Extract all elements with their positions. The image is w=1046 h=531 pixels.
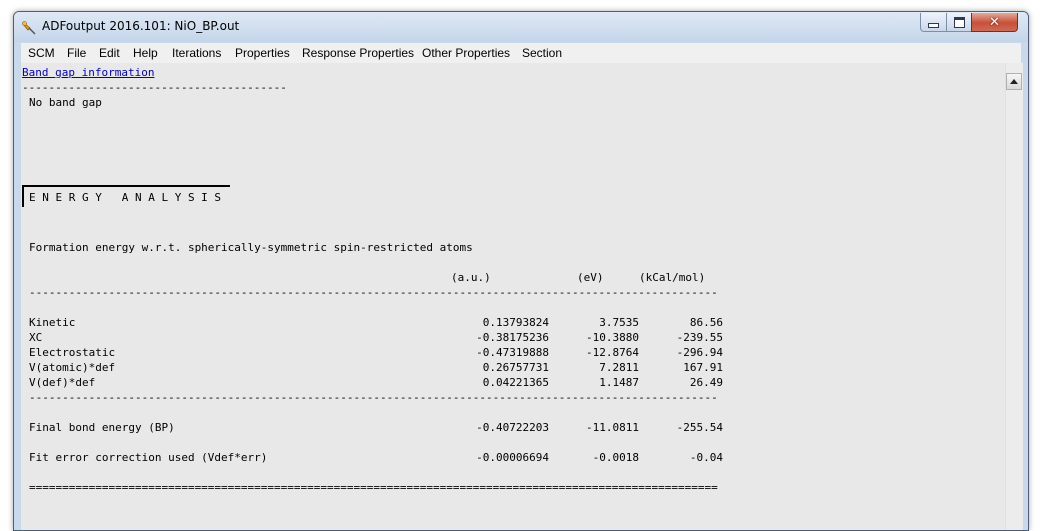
row-label: V(atomic)*def: [29, 361, 116, 374]
scroll-up-button[interactable]: [1006, 73, 1022, 90]
row-au: 0.04221365: [482, 376, 549, 389]
band-gap-link[interactable]: Band gap information: [22, 65, 154, 80]
row-label: Electrostatic: [29, 346, 116, 359]
row-au: -0.47319888: [476, 346, 549, 359]
menu-help[interactable]: Help: [133, 46, 158, 60]
fit-error-label: Fit error correction used (Vdef*err): [29, 451, 268, 464]
menu-edit[interactable]: Edit: [99, 46, 120, 60]
separator-line: ----------------------------------------…: [29, 286, 718, 299]
row-ev: -10.3880: [586, 331, 639, 344]
row-kcal: 26.49: [689, 376, 723, 389]
row-kcal: 167.91: [683, 361, 723, 374]
window-title: ADFoutput 2016.101: NiO_BP.out: [42, 19, 240, 33]
title-bar[interactable]: ADFoutput 2016.101: NiO_BP.out ✕: [14, 12, 1028, 42]
header-au: (a.u.): [451, 271, 491, 284]
close-button[interactable]: ✕: [971, 13, 1018, 32]
final-au: -0.40722203: [476, 421, 549, 434]
row-label: V(def)*def: [29, 376, 96, 389]
row-ev: 1.1487: [599, 376, 639, 389]
fit-kcal: -0.04: [689, 451, 723, 464]
menu-iterations[interactable]: Iterations: [172, 46, 221, 60]
final-bond-energy-label: Final bond energy (BP): [29, 421, 175, 434]
minimize-icon: [928, 22, 939, 28]
menu-bar: SCM File Edit Help Iterations Properties…: [21, 43, 1021, 64]
pin-icon: [22, 21, 36, 35]
separator-line: ----------------------------------------: [22, 81, 287, 94]
row-label: Kinetic: [29, 316, 76, 329]
maximize-icon: [953, 16, 965, 28]
no-band-gap-text: No band gap: [29, 96, 102, 109]
maximize-button[interactable]: [946, 13, 972, 32]
row-kcal: 86.56: [689, 316, 723, 329]
output-text-area[interactable]: Band gap information -------------------…: [21, 63, 1005, 530]
row-au: 0.26757731: [482, 361, 549, 374]
app-window: ADFoutput 2016.101: NiO_BP.out ✕ SCM Fil…: [13, 11, 1029, 531]
fit-au: -0.00006694: [476, 451, 549, 464]
energy-analysis-heading: E N E R G Y A N A L Y S I S: [29, 191, 222, 204]
row-ev: 3.7535: [599, 316, 639, 329]
row-ev: -12.8764: [586, 346, 639, 359]
row-ev: 7.2811: [599, 361, 639, 374]
energy-analysis-heading-box: E N E R G Y A N A L Y S I S: [22, 185, 230, 207]
final-kcal: -255.54: [676, 421, 723, 434]
menu-file[interactable]: File: [67, 46, 86, 60]
separator-line: ----------------------------------------…: [29, 391, 718, 404]
fit-ev: -0.0018: [592, 451, 639, 464]
minimize-button[interactable]: [920, 13, 947, 32]
header-kcal: (kCal/mol): [639, 271, 706, 284]
formation-energy-text: Formation energy w.r.t. spherically-symm…: [29, 241, 473, 254]
row-kcal: -239.55: [676, 331, 723, 344]
scroll-up-arrow-icon: [1010, 79, 1018, 84]
menu-properties[interactable]: Properties: [235, 46, 290, 60]
vertical-scrollbar[interactable]: [1005, 63, 1023, 530]
equals-separator-line: ========================================…: [29, 481, 718, 494]
row-au: -0.38175236: [476, 331, 549, 344]
menu-response-properties[interactable]: Response Properties: [302, 46, 414, 60]
close-icon: ✕: [989, 14, 1000, 30]
final-ev: -11.0811: [586, 421, 639, 434]
header-ev: (eV): [577, 271, 604, 284]
row-kcal: -296.94: [676, 346, 723, 359]
row-au: 0.13793824: [482, 316, 549, 329]
row-label: XC: [29, 331, 43, 344]
menu-other-properties[interactable]: Other Properties: [422, 46, 510, 60]
menu-scm[interactable]: SCM: [28, 46, 55, 60]
menu-section[interactable]: Section: [522, 46, 562, 60]
